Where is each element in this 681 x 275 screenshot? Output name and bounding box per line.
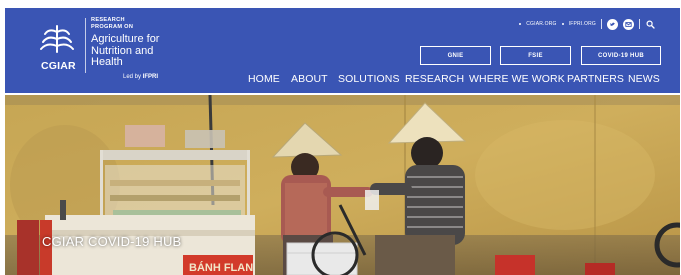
nav-news[interactable]: NEWS [628,73,660,85]
nav-where-we-work[interactable]: WHERE WE WORK [469,73,565,85]
cgiar-org-link[interactable]: CGIAR.ORG [526,21,556,27]
program-label: RESEARCH PROGRAM ON [91,17,134,30]
bullet-icon [561,23,564,25]
nav-research[interactable]: RESEARCH [405,73,464,85]
fsie-button[interactable]: FSIE [500,46,571,65]
hero-caption[interactable]: CGIAR COVID-19 HUB [42,234,181,249]
led-by-prefix: Led by [123,74,142,80]
cart-sign: BÁNH FLAN [189,261,253,274]
hero-banner[interactable]: BÁNH FLAN CGIAR COVID-19 HUB [5,95,680,275]
email-icon[interactable] [623,18,634,30]
utility-divider [601,19,602,29]
site-header: CGIAR RESEARCH PROGRAM ON Agriculture fo… [5,8,680,93]
bullet-icon [519,23,522,25]
nav-partners[interactable]: PARTNERS [567,73,624,85]
nav-solutions[interactable]: SOLUTIONS [338,73,400,85]
program-name[interactable]: Agriculture for Nutrition and Health [91,33,181,69]
nav-about[interactable]: ABOUT [291,73,328,85]
gnie-button[interactable]: GNIE [420,46,491,65]
cgiar-logo-icon[interactable] [39,22,75,53]
twitter-icon[interactable] [607,18,618,30]
logo-divider [85,18,86,73]
cgiar-logo-text: CGIAR [41,60,76,72]
utility-bar: CGIAR.ORG IFPRI.ORG [519,17,656,31]
covid-hub-button[interactable]: COVID-19 HUB [581,46,661,65]
utility-divider [639,19,640,29]
search-icon[interactable] [645,19,656,30]
ifpri-org-link[interactable]: IFPRI.ORG [569,21,596,27]
led-by-org[interactable]: IFPRI [143,74,158,80]
nav-home[interactable]: HOME [248,73,280,85]
led-by: Led by IFPRI [123,74,158,80]
